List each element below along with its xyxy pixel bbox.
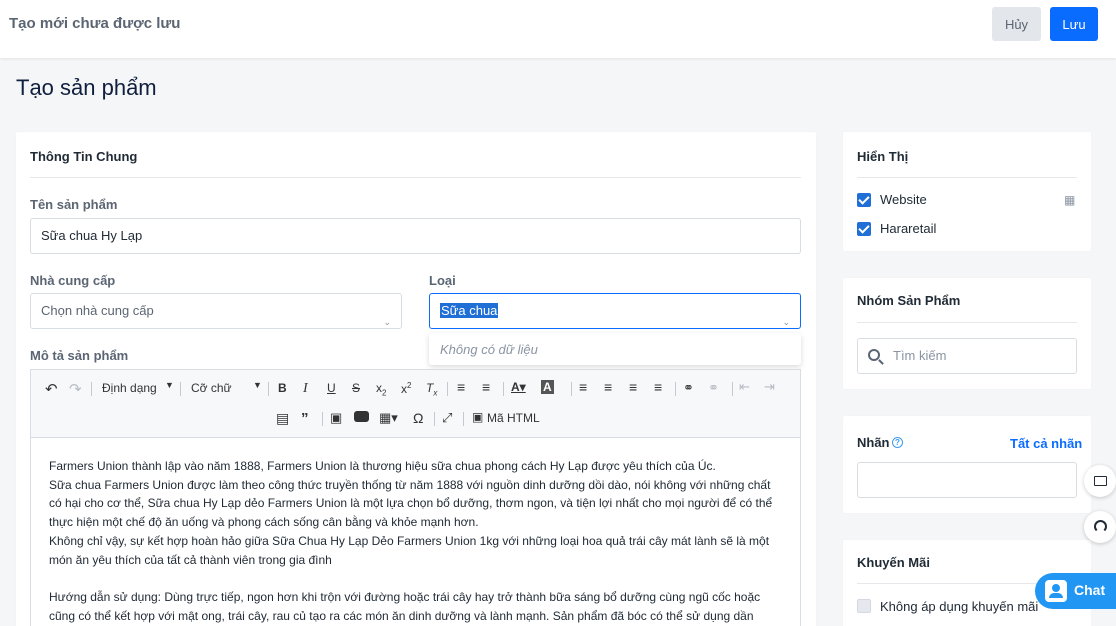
hararetail-checkbox[interactable] [857, 222, 871, 236]
headset-icon [1094, 520, 1107, 533]
hararetail-label: Hararetail [880, 221, 937, 236]
chat-icon [1045, 580, 1067, 602]
product-name-label: Tên sản phẩm [30, 197, 118, 212]
editor-content[interactable]: Farmers Union thành lập vào năm 1888, Fa… [49, 457, 779, 626]
quote-icon[interactable]: ” [301, 410, 309, 427]
display-card: Hiển Thị Website ▦ Hararetail [843, 132, 1091, 251]
toolbar-divider [463, 412, 464, 426]
search-placeholder: Tìm kiếm [893, 348, 947, 363]
paragraph: Hướng dẫn sử dụng: Dùng trực tiếp, ngon … [49, 589, 761, 623]
fullscreen-icon[interactable]: ⤢ [442, 410, 452, 426]
tags-title: Nhãn [857, 435, 890, 450]
no-promotion-checkbox[interactable] [857, 599, 871, 613]
display-title: Hiển Thị [857, 149, 909, 164]
all-tags-link[interactable]: Tất cả nhãn [1010, 436, 1082, 451]
html-code-label[interactable]: Mã HTML [487, 411, 540, 425]
type-label: Loại [429, 273, 456, 288]
indent-icon[interactable]: ⇥ [764, 379, 775, 395]
subscript-icon[interactable]: x2 [376, 381, 386, 397]
toolbar-divider [434, 412, 435, 426]
background-color-icon[interactable]: A [541, 380, 554, 394]
product-group-title: Nhóm Sản Phẩm [857, 293, 961, 308]
editor-toolbar: ↶ ↷ Định dạng ▼ Cỡ chữ ▼ B I U S x2 x2 T… [31, 370, 800, 438]
paragraph: Không chỉ vậy, sự kết hợp hoàn hảo giữa … [49, 533, 770, 567]
horizontal-rule-icon[interactable]: ▤ [276, 410, 289, 427]
unordered-list-icon[interactable]: ≡ [482, 379, 490, 395]
calendar-icon[interactable]: ▦ [1064, 193, 1075, 207]
top-bar: Tạo mới chưa được lưu Hủy Lưu [0, 0, 1116, 58]
paragraph: Farmers Union thành lập vào năm 1888, Fa… [49, 459, 716, 473]
supplier-label: Nhà cung cấp [30, 273, 116, 288]
image-icon[interactable]: ▣ [330, 410, 342, 426]
toolbar-divider [322, 412, 323, 426]
save-button[interactable]: Lưu [1050, 7, 1098, 41]
chat-label: Chat [1074, 582, 1106, 598]
supplier-select[interactable]: Chọn nhà cung cấp ⌄ [30, 293, 402, 329]
format-dropdown[interactable]: Định dạng [102, 381, 157, 395]
help-icon[interactable]: ? [892, 437, 903, 448]
align-right-icon[interactable]: ≡ [629, 379, 637, 395]
website-checkbox[interactable] [857, 193, 871, 207]
caret-down-icon: ▼ [165, 380, 174, 390]
type-dropdown-empty: Không có dữ liệu [429, 333, 801, 365]
tags-input[interactable] [857, 462, 1077, 498]
product-name-input[interactable]: Sữa chua Hy Lạp [30, 218, 801, 254]
page-title: Tạo sản phẩm [16, 75, 157, 100]
divider [857, 177, 1077, 178]
superscript-icon[interactable]: x2 [401, 381, 411, 396]
no-promotion-label: Không áp dụng khuyến mãi [880, 599, 1039, 614]
product-group-card: Nhóm Sản Phẩm Tìm kiếm [843, 278, 1091, 389]
divider [30, 177, 801, 178]
special-char-icon[interactable]: Ω [413, 410, 423, 426]
unlink-icon[interactable]: ⚭ [708, 380, 719, 396]
text-color-icon[interactable]: A▾ [511, 380, 526, 394]
divider [857, 322, 1077, 323]
bold-icon[interactable]: B [278, 381, 287, 395]
underline-icon[interactable]: U [327, 381, 336, 395]
unsaved-title: Tạo mới chưa được lưu [9, 15, 181, 32]
chevron-down-icon: ⌄ [383, 317, 391, 327]
supplier-placeholder: Chọn nhà cung cấp [41, 303, 154, 318]
strikethrough-icon[interactable]: S [352, 381, 360, 395]
description-editor[interactable]: ↶ ↷ Định dạng ▼ Cỡ chữ ▼ B I U S x2 x2 T… [30, 369, 801, 626]
tags-card: Nhãn ? Tất cả nhãn [843, 416, 1091, 513]
toolbar-divider [91, 382, 92, 396]
font-size-dropdown[interactable]: Cỡ chữ [191, 381, 232, 395]
toolbar-divider [180, 382, 181, 396]
redo-icon[interactable]: ↷ [69, 380, 82, 398]
caret-down-icon: ▼ [253, 380, 262, 390]
undo-icon[interactable]: ↶ [45, 380, 58, 398]
table-icon[interactable]: ▦▾ [379, 410, 398, 426]
type-select[interactable]: Sữa chua ⌄ [429, 293, 801, 329]
group-search-input[interactable]: Tìm kiếm [857, 338, 1077, 374]
toolbar-divider [571, 382, 572, 396]
website-label: Website [880, 192, 927, 207]
cancel-button[interactable]: Hủy [992, 7, 1041, 41]
video-icon[interactable] [354, 411, 369, 422]
paragraph: Sữa chua Farmers Union được làm theo côn… [49, 477, 773, 530]
general-info-title: Thông Tin Chung [30, 149, 138, 164]
support-button[interactable] [1084, 511, 1116, 543]
align-justify-icon[interactable]: ≡ [654, 379, 662, 395]
mail-button[interactable] [1084, 465, 1116, 497]
type-value: Sữa chua [440, 303, 499, 318]
toolbar-divider [675, 382, 676, 396]
toolbar-divider [268, 382, 269, 396]
chat-button[interactable]: Chat [1035, 573, 1116, 609]
toolbar-divider [503, 382, 504, 396]
align-left-icon[interactable]: ≡ [579, 379, 587, 395]
toolbar-divider [732, 382, 733, 396]
outdent-icon[interactable]: ⇤ [739, 379, 750, 395]
html-code-icon[interactable]: ▣ [472, 410, 483, 424]
toolbar-divider [447, 382, 448, 396]
mail-icon [1094, 476, 1107, 486]
clear-format-icon[interactable]: Tx [426, 381, 437, 397]
description-label: Mô tả sản phẩm [30, 348, 129, 363]
italic-icon[interactable]: I [303, 381, 308, 397]
ordered-list-icon[interactable]: ≡ [457, 379, 465, 395]
align-center-icon[interactable]: ≡ [604, 379, 612, 395]
link-icon[interactable]: ⚭ [683, 380, 694, 396]
promotion-title: Khuyến Mãi [857, 555, 930, 570]
